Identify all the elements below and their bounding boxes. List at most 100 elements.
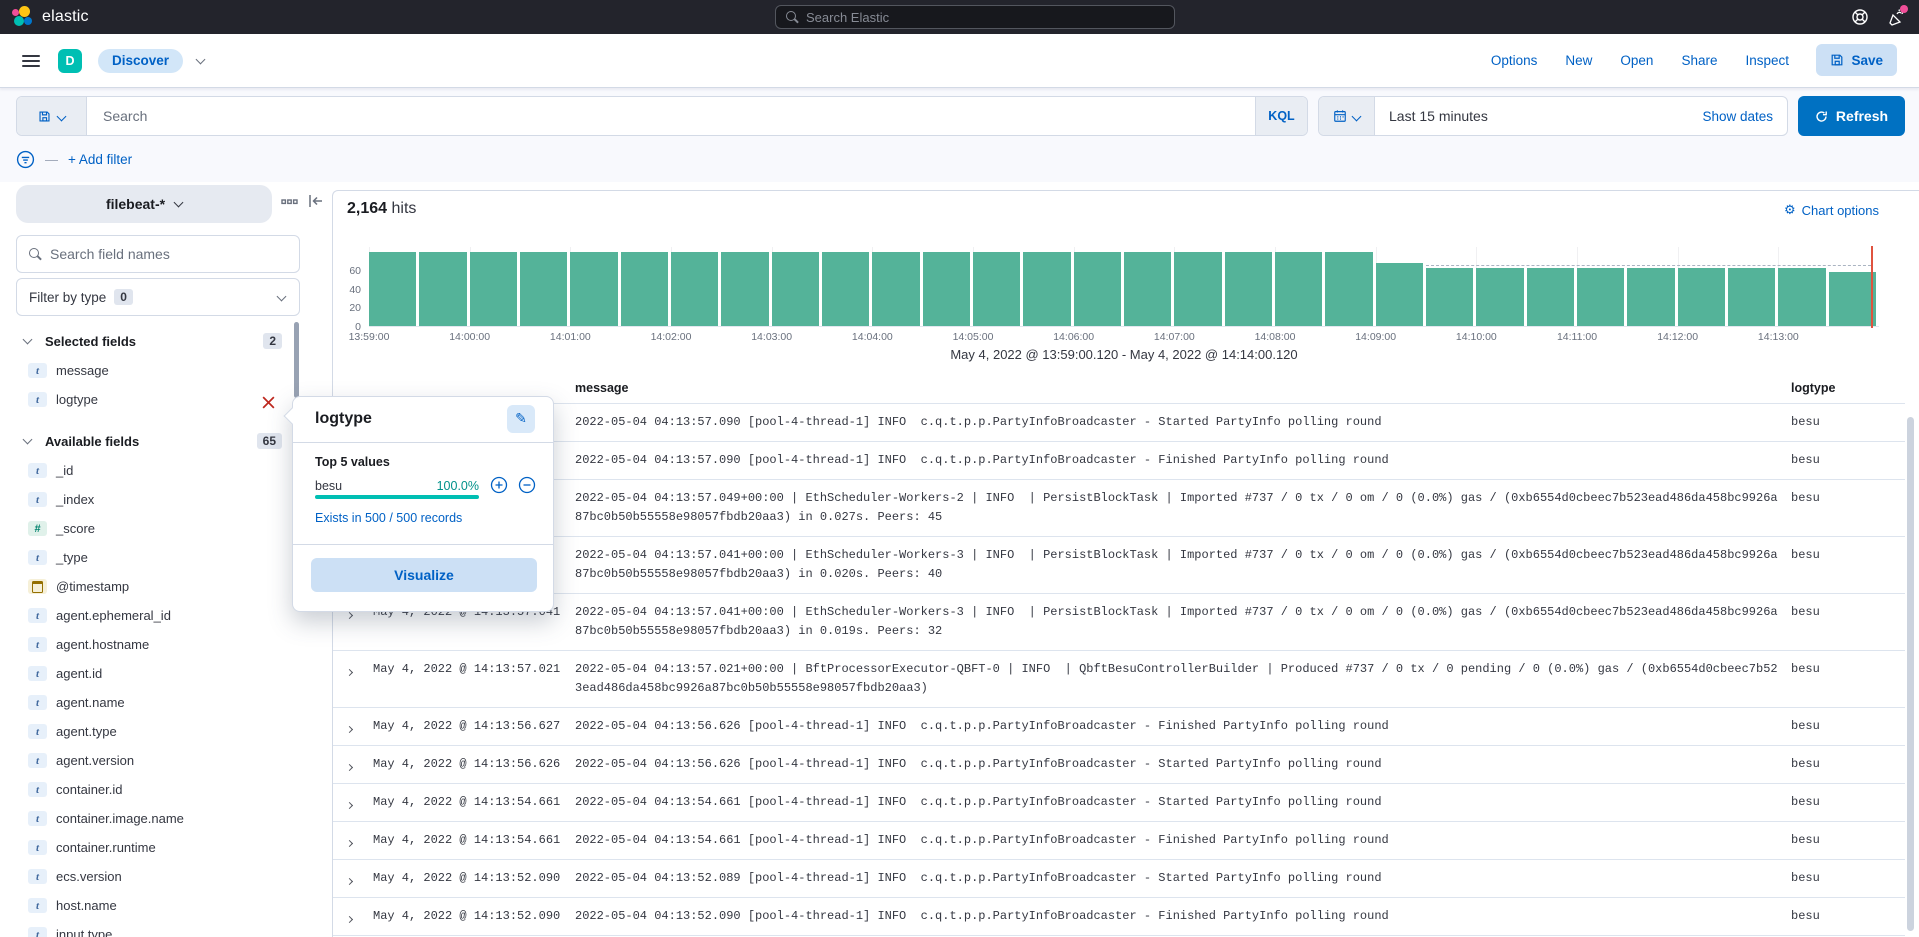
column-header-time[interactable] — [373, 373, 575, 389]
histogram-bar[interactable] — [721, 252, 768, 326]
expand-row-icon[interactable] — [347, 708, 373, 737]
histogram-bar[interactable] — [621, 252, 668, 326]
histogram-bar[interactable] — [1678, 268, 1725, 326]
query-search-input[interactable]: Search — [87, 108, 1255, 124]
chevron-down-icon[interactable] — [196, 54, 206, 64]
sidebar-scrollbar[interactable] — [294, 322, 299, 398]
field-list-item[interactable]: t _id — [0, 456, 300, 485]
index-pattern-switcher[interactable]: filebeat-* — [16, 185, 272, 223]
menu-icon[interactable] — [22, 55, 40, 67]
histogram-bar[interactable] — [1627, 268, 1674, 326]
histogram-bar[interactable] — [1225, 252, 1272, 326]
visualize-button[interactable]: Visualize — [311, 558, 537, 592]
help-icon[interactable] — [1851, 8, 1869, 26]
exists-in-records-link[interactable]: Exists in 500 / 500 records — [315, 511, 462, 525]
nav-link-new[interactable]: New — [1565, 53, 1592, 68]
expand-row-icon[interactable] — [347, 784, 373, 813]
histogram-bar[interactable] — [1376, 263, 1423, 326]
field-list-item[interactable]: t container.image.name — [0, 804, 300, 833]
field-list-item[interactable]: t agent.version — [0, 746, 300, 775]
chart-options-button[interactable]: ⚙ Chart options — [1784, 203, 1879, 218]
time-range-value[interactable]: Last 15 minutes — [1375, 108, 1702, 124]
histogram-bar[interactable] — [1074, 252, 1121, 326]
histogram-bar[interactable] — [369, 252, 416, 326]
expand-row-icon[interactable] — [347, 651, 373, 680]
newsfeed-icon[interactable] — [1887, 8, 1905, 26]
column-header-logtype[interactable]: logtype — [1791, 373, 1905, 403]
histogram-bar[interactable] — [772, 252, 819, 326]
histogram-bar[interactable] — [1174, 252, 1221, 326]
remove-field-icon[interactable] — [261, 395, 277, 411]
filter-for-value-icon[interactable] — [490, 476, 508, 499]
field-list-item[interactable]: t message — [0, 356, 300, 385]
histogram-bar[interactable] — [923, 252, 970, 326]
field-list-item[interactable]: t agent.name — [0, 688, 300, 717]
date-quick-menu-button[interactable] — [1319, 97, 1375, 135]
field-list-item[interactable]: t _index — [0, 485, 300, 514]
expand-row-icon[interactable] — [347, 860, 373, 889]
histogram-chart[interactable] — [369, 247, 1879, 327]
main-scrollbar[interactable] — [1907, 417, 1914, 931]
nav-link-share[interactable]: Share — [1681, 53, 1717, 68]
field-list-item[interactable]: t agent.hostname — [0, 630, 300, 659]
field-list-item[interactable]: t input.type — [0, 920, 300, 937]
field-list-item[interactable]: # _score — [0, 514, 300, 543]
save-button[interactable]: Save — [1816, 44, 1897, 76]
field-list-item[interactable]: t logtype — [0, 385, 300, 414]
histogram-bar[interactable] — [822, 252, 869, 326]
histogram-bar[interactable] — [1527, 268, 1574, 326]
histogram-bar[interactable] — [520, 252, 567, 326]
kql-language-button[interactable]: KQL — [1255, 97, 1307, 135]
filter-out-value-icon[interactable] — [518, 476, 536, 499]
histogram-bar[interactable] — [1426, 268, 1473, 326]
selected-fields-header[interactable]: Selected fields 2 — [0, 328, 300, 354]
field-list-item[interactable]: t host.name — [0, 891, 300, 920]
space-avatar[interactable]: D — [58, 49, 82, 73]
histogram-bar[interactable] — [1023, 252, 1070, 326]
global-search-input[interactable]: Search Elastic — [775, 5, 1175, 29]
collapse-sidebar-icon[interactable] — [308, 194, 324, 213]
histogram-bar[interactable] — [1829, 272, 1876, 326]
histogram-bar[interactable] — [1275, 252, 1322, 326]
histogram-bar[interactable] — [570, 252, 617, 326]
field-list-item[interactable]: t container.runtime — [0, 833, 300, 862]
expand-row-icon[interactable] — [347, 746, 373, 775]
column-header-message[interactable]: message — [575, 373, 1791, 403]
histogram-bar[interactable] — [1476, 268, 1523, 326]
histogram-bar[interactable] — [1325, 252, 1372, 326]
expand-row-icon[interactable] — [347, 898, 373, 927]
filter-icon[interactable] — [16, 150, 35, 169]
field-list-item[interactable]: t _type — [0, 543, 300, 572]
histogram-bar[interactable] — [1778, 268, 1825, 326]
nav-link-inspect[interactable]: Inspect — [1745, 53, 1789, 68]
elastic-logo-icon[interactable] — [12, 6, 34, 28]
field-list-item[interactable]: t ecs.version — [0, 862, 300, 891]
add-filter-button[interactable]: + Add filter — [68, 152, 132, 167]
field-list-item[interactable]: t container.id — [0, 775, 300, 804]
show-dates-button[interactable]: Show dates — [1702, 109, 1787, 124]
histogram-bar[interactable] — [1124, 252, 1171, 326]
field-settings-icon[interactable] — [281, 194, 298, 212]
refresh-button[interactable]: Refresh — [1798, 96, 1905, 136]
field-list-item[interactable]: @timestamp — [0, 572, 300, 601]
available-fields-header[interactable]: Available fields 65 — [0, 428, 300, 454]
nav-link-open[interactable]: Open — [1620, 53, 1653, 68]
histogram-bar[interactable] — [872, 252, 919, 326]
histogram-bar[interactable] — [419, 252, 466, 326]
histogram-bar[interactable] — [1577, 268, 1624, 326]
filter-by-type-button[interactable]: Filter by type 0 — [16, 278, 300, 316]
saved-query-menu-button[interactable] — [17, 97, 87, 135]
histogram-bar[interactable] — [470, 252, 517, 326]
field-list-item[interactable]: t agent.id — [0, 659, 300, 688]
nav-link-options[interactable]: Options — [1491, 53, 1538, 68]
histogram-bar[interactable] — [1728, 268, 1775, 326]
field-list-item[interactable]: t agent.type — [0, 717, 300, 746]
field-list-item[interactable]: t agent.ephemeral_id — [0, 601, 300, 630]
expand-row-icon[interactable] — [347, 822, 373, 851]
edit-field-button[interactable]: ✎ — [507, 405, 535, 433]
field-search-input[interactable]: Search field names — [16, 235, 300, 273]
breadcrumb[interactable]: Discover — [98, 49, 183, 73]
histogram-bar[interactable] — [973, 252, 1020, 326]
histogram-bar[interactable] — [671, 252, 718, 326]
message-cell: 2022-05-04 04:13:57.090 [pool-4-thread-1… — [575, 442, 1791, 479]
